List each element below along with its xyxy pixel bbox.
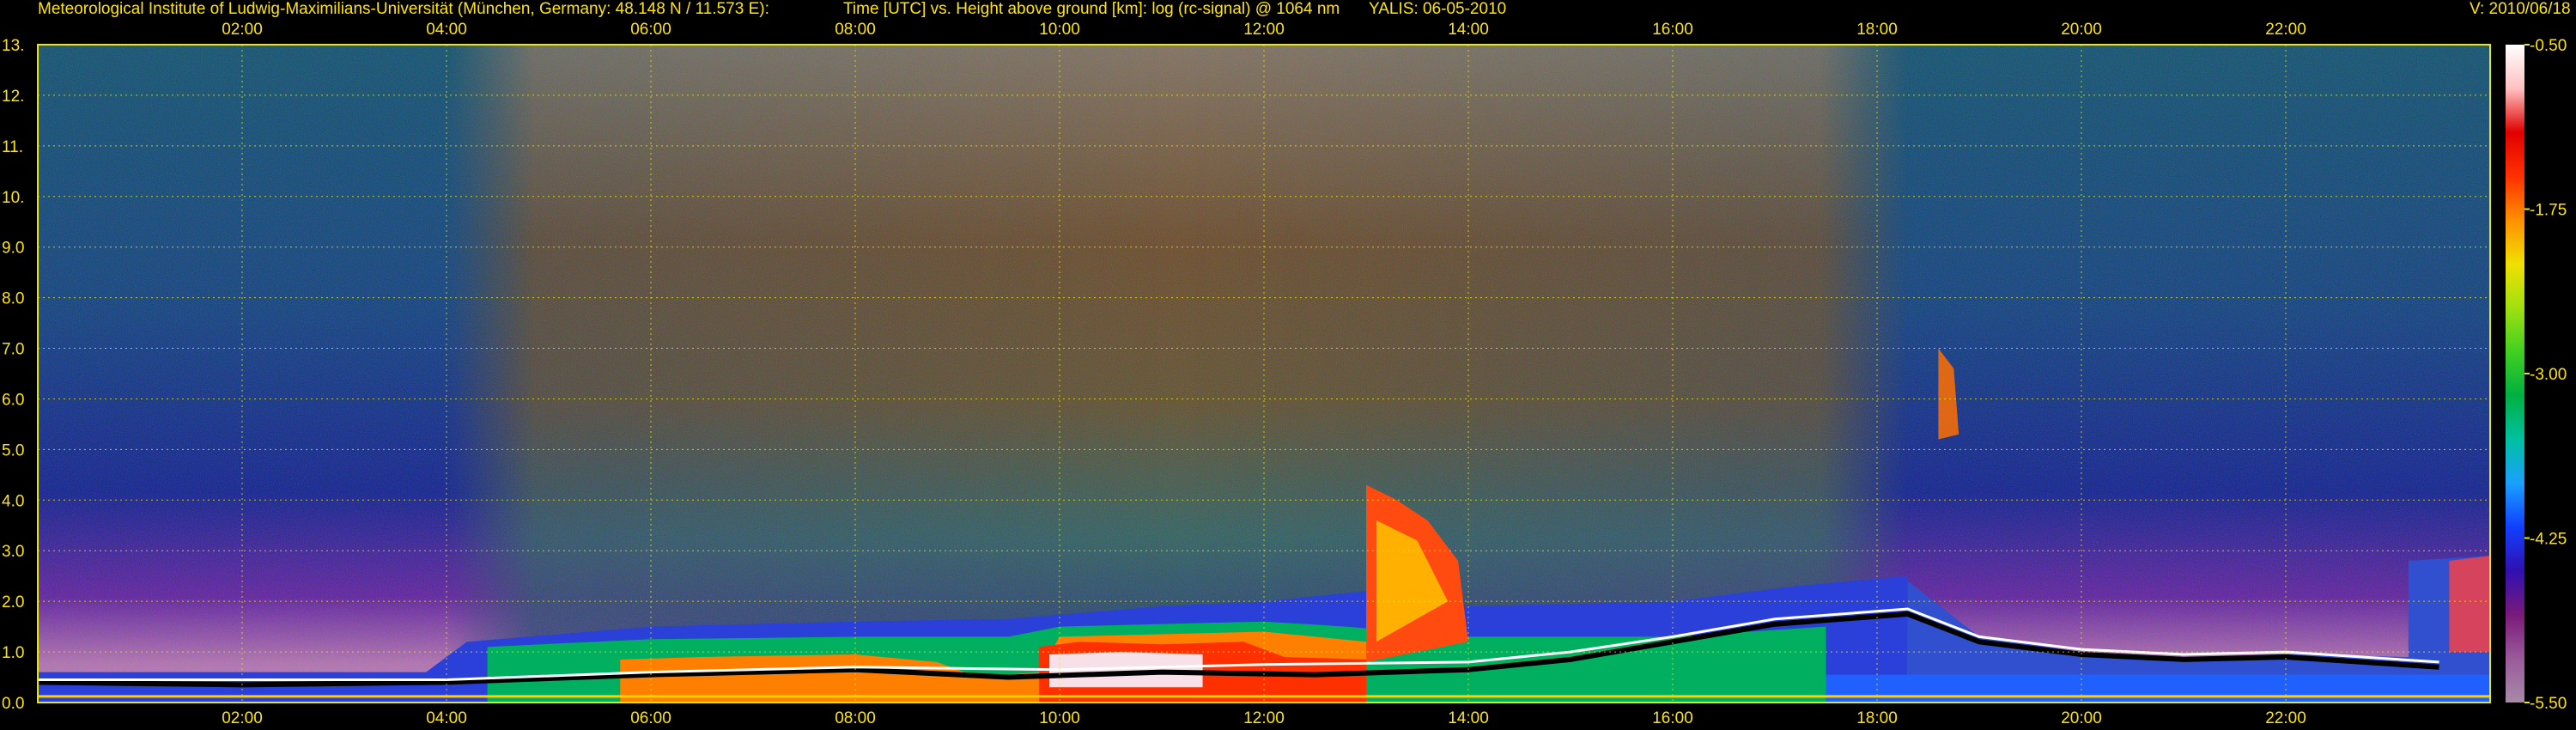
y-tick-5: 5.0 <box>2 441 24 459</box>
colorbar-tick-3: -4.25 <box>2530 531 2567 549</box>
colorbar-tick-4: -5.50 <box>2530 695 2567 713</box>
x-tick-bottom-7: 16:00 <box>1652 709 1693 727</box>
x-tick-bottom-8: 18:00 <box>1856 709 1898 727</box>
y-tick-7: 7.0 <box>2 341 24 359</box>
y-tick-6: 6.0 <box>2 391 24 409</box>
colorbar-tick-0: -0.50 <box>2530 37 2567 55</box>
y-tick-3: 3.0 <box>2 543 24 561</box>
x-tick-top-4: 10:00 <box>1039 21 1080 39</box>
y-tick-8: 8.0 <box>2 290 24 308</box>
y-tick-2: 2.0 <box>2 593 24 611</box>
x-tick-top-5: 12:00 <box>1243 21 1285 39</box>
evening-plume <box>2449 556 2490 653</box>
x-tick-bottom-2: 06:00 <box>630 709 671 727</box>
x-tick-top-9: 20:00 <box>2061 21 2102 39</box>
y-tick-9: 9.0 <box>2 240 24 258</box>
x-tick-top-10: 22:00 <box>2265 21 2306 39</box>
x-tick-bottom-1: 04:00 <box>426 709 467 727</box>
x-tick-bottom-9: 20:00 <box>2061 709 2102 727</box>
colorbar <box>2506 45 2524 703</box>
x-tick-bottom-0: 02:00 <box>222 709 263 727</box>
x-tick-bottom-4: 10:00 <box>1039 709 1080 727</box>
x-tick-bottom-5: 12:00 <box>1243 709 1285 727</box>
x-tick-top-6: 14:00 <box>1448 21 1489 39</box>
x-tick-bottom-10: 22:00 <box>2265 709 2306 727</box>
chart-svg: 02:00 02:00 04:00 04:00 06:00 06:00 08:00 08:00… <box>2 21 2567 727</box>
y-tick-11: 11. <box>2 138 23 156</box>
x-tick-top-1: 04:00 <box>426 21 467 39</box>
y-tick-13: 13. <box>2 37 24 55</box>
surface-layer <box>1826 674 2490 703</box>
x-tick-top-0: 02:00 <box>222 21 263 39</box>
x-tick-bottom-6: 14:00 <box>1448 709 1489 727</box>
y-tick-4: 4.0 <box>2 492 24 510</box>
y-tick-10: 10. <box>2 189 24 207</box>
y-tick-1: 1.0 <box>2 644 24 662</box>
x-tick-top-2: 06:00 <box>630 21 671 39</box>
y-tick-0: 0.0 <box>2 695 24 713</box>
x-tick-top-3: 08:00 <box>835 21 876 39</box>
x-tick-bottom-3: 08:00 <box>835 709 876 727</box>
colorbar-tick-1: -1.75 <box>2530 202 2567 220</box>
lidar-chart: Meteorological Institute of Ludwig-Maxim… <box>0 0 2576 730</box>
y-tick-12: 12. <box>2 88 24 106</box>
x-tick-top-8: 18:00 <box>1856 21 1898 39</box>
x-tick-top-7: 16:00 <box>1652 21 1693 39</box>
colorbar-tick-2: -3.00 <box>2530 366 2567 384</box>
